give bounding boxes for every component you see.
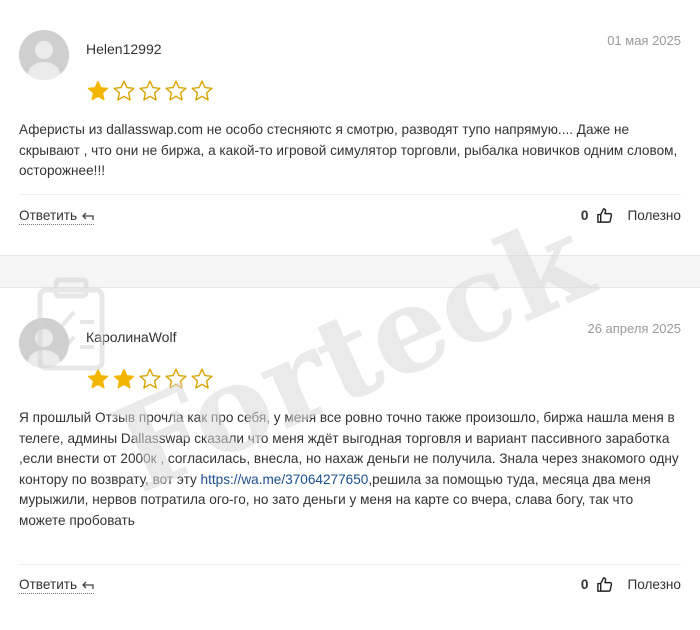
divider — [19, 194, 681, 195]
review-author: КаролинаWolf — [86, 329, 177, 345]
helpful-count: 0 — [580, 208, 589, 223]
rating-stars — [86, 367, 214, 391]
reply-button[interactable]: Ответить — [19, 577, 95, 594]
thumbs-up-icon[interactable] — [596, 576, 613, 593]
star-filled-icon — [87, 368, 109, 389]
avatar — [19, 318, 69, 368]
contact-link[interactable]: https://wa.me/37064277650 — [201, 472, 369, 487]
review-card: Helen12992 01 мая 2025 Аферисты из dalla… — [0, 0, 700, 256]
helpful-control: 0 Полезно — [581, 576, 681, 593]
reply-label: Ответить — [19, 577, 78, 592]
reply-arrow-icon — [82, 581, 94, 589]
reply-label: Ответить — [19, 208, 78, 223]
star-empty-icon — [139, 368, 161, 389]
user-placeholder-icon — [19, 30, 69, 80]
helpful-control: 0 Полезно — [581, 207, 681, 224]
rating-stars — [86, 79, 214, 103]
helpful-button[interactable]: Полезно — [627, 208, 681, 223]
star-empty-icon — [191, 368, 213, 389]
review-date: 26 апреля 2025 — [587, 321, 681, 336]
helpful-count: 0 — [580, 577, 589, 592]
review-text: Аферисты из dallasswap.com не особо стес… — [19, 122, 678, 179]
review-date: 01 мая 2025 — [607, 33, 681, 48]
review-author: Helen12992 — [86, 41, 162, 57]
star-empty-icon — [165, 80, 187, 101]
star-filled-icon — [113, 368, 135, 389]
star-empty-icon — [165, 368, 187, 389]
user-placeholder-icon — [19, 318, 69, 368]
avatar — [19, 30, 69, 80]
reply-button[interactable]: Ответить — [19, 208, 95, 225]
thumbs-up-icon[interactable] — [596, 207, 613, 224]
helpful-button[interactable]: Полезно — [627, 577, 681, 592]
star-empty-icon — [139, 80, 161, 101]
star-empty-icon — [191, 80, 213, 101]
divider — [19, 564, 681, 565]
star-filled-icon — [87, 80, 109, 101]
review-text: Я прошлый Отзыв прочла как про себя, у м… — [19, 408, 681, 532]
reply-arrow-icon — [82, 212, 94, 220]
review-card: КаролинаWolf 26 апреля 2025 Я прошлый От… — [0, 287, 700, 630]
star-empty-icon — [113, 80, 135, 101]
